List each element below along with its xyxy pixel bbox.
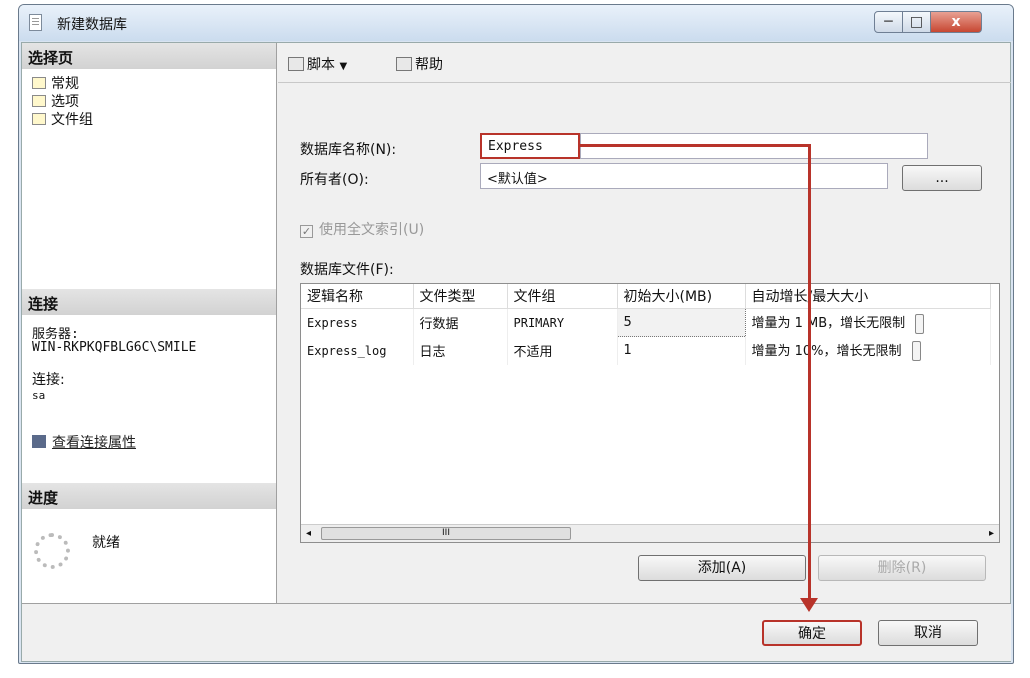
cell-file-type[interactable]: 行数据 (413, 308, 508, 337)
grid-header-row: 逻辑名称 文件类型 文件组 初始大小(MB) 自动增长/最大大小 (301, 284, 991, 309)
cell-logical-name[interactable]: Express (301, 308, 414, 337)
page-icon (32, 77, 46, 89)
page-filegroups-label: 文件组 (51, 112, 93, 128)
remove-button[interactable]: 删除(R) (818, 555, 986, 581)
server-value: WIN-RKPKQFBLG6C\SMILE (32, 340, 197, 355)
autogrowth-text: 增量为 1 MB，增长无限制 (751, 316, 906, 331)
col-logical-name[interactable]: 逻辑名称 (301, 284, 414, 309)
scroll-thumb[interactable]: III (321, 527, 571, 540)
title-bar: 新建数据库 ─ □ x (19, 5, 1013, 41)
cell-file-type[interactable]: 日志 (413, 336, 508, 365)
scroll-left-icon[interactable]: ◂ (306, 528, 311, 539)
toolbar: 脚本 ▼ 帮助 (278, 43, 1011, 83)
page-icon (32, 113, 46, 125)
checkbox-icon: ✓ (300, 225, 313, 238)
maximize-button[interactable]: □ (902, 11, 931, 33)
cell-logical-name[interactable]: Express_log (301, 336, 414, 365)
dialog-client: 选择页 常规 选项 文件组 连接 服务器: WIN-RKPKQFBLG6C\SM… (21, 42, 1011, 662)
scroll-right-icon[interactable]: ▸ (989, 528, 994, 539)
help-label: 帮助 (415, 57, 443, 73)
owner-label: 所有者(O): (300, 172, 369, 188)
cell-autogrowth[interactable]: 增量为 10%，增长无限制 (745, 336, 991, 365)
cell-autogrowth[interactable]: 增量为 1 MB，增长无限制 (745, 308, 991, 337)
document-icon (29, 14, 42, 31)
add-button[interactable]: 添加(A) (638, 555, 806, 581)
help-button[interactable]: 帮助 (396, 54, 443, 74)
script-button[interactable]: 脚本 ▼ (288, 54, 347, 74)
ok-button[interactable]: 确定 (762, 620, 862, 646)
connection-label: 连接: (32, 372, 65, 388)
db-files-grid[interactable]: 逻辑名称 文件类型 文件组 初始大小(MB) 自动增长/最大大小 Express… (300, 283, 1000, 543)
table-row[interactable]: Express_log 日志 不适用 1 增量为 10%，增长无限制 (301, 336, 991, 365)
autogrowth-edit-button[interactable] (911, 341, 921, 362)
fulltext-checkbox[interactable]: ✓ 使用全文索引(U) (300, 219, 424, 239)
page-filegroups[interactable]: 文件组 (32, 109, 93, 129)
connection-header: 连接 (22, 289, 276, 315)
owner-input[interactable]: <默认值> (480, 163, 888, 189)
horizontal-scrollbar[interactable]: ◂ III ▸ (301, 524, 999, 542)
window-title: 新建数据库 (57, 17, 127, 33)
col-filegroup[interactable]: 文件组 (507, 284, 618, 309)
progress-header: 进度 (22, 483, 276, 509)
progress-status: 就绪 (92, 535, 120, 551)
owner-browse-button[interactable]: ... (902, 165, 982, 191)
page-general-label: 常规 (51, 76, 79, 92)
view-connection-properties-label: 查看连接属性 (52, 435, 136, 451)
db-files-label: 数据库文件(F): (300, 262, 394, 278)
cell-filegroup[interactable]: PRIMARY (507, 308, 618, 337)
close-button[interactable]: x (930, 11, 982, 33)
autogrowth-text: 增量为 10%，增长无限制 (751, 343, 902, 359)
col-initial-size[interactable]: 初始大小(MB) (617, 284, 746, 309)
view-connection-properties-link[interactable]: 查看连接属性 (32, 432, 136, 452)
connection-value: sa (32, 389, 46, 402)
script-label: 脚本 (307, 57, 335, 73)
minimize-button[interactable]: ─ (874, 11, 903, 33)
table-row[interactable]: Express 行数据 PRIMARY 5 增量为 1 MB，增长无限制 (301, 308, 991, 337)
page-general[interactable]: 常规 (32, 73, 79, 93)
fulltext-label: 使用全文索引(U) (319, 222, 425, 238)
page-icon (32, 95, 46, 107)
autogrowth-edit-button[interactable] (915, 313, 925, 334)
dropdown-arrow-icon[interactable]: ▼ (339, 61, 347, 72)
cell-filegroup[interactable]: 不适用 (507, 336, 618, 365)
help-icon (396, 57, 412, 71)
cell-initial-size[interactable]: 1 (617, 336, 746, 365)
cancel-button[interactable]: 取消 (878, 620, 978, 646)
script-icon (288, 57, 304, 71)
properties-icon (32, 435, 46, 448)
col-file-type[interactable]: 文件类型 (413, 284, 508, 309)
annotation-arrow-vertical (808, 144, 811, 600)
select-page-header: 选择页 (22, 43, 276, 69)
page-options-label: 选项 (51, 94, 79, 110)
page-options[interactable]: 选项 (32, 91, 79, 111)
new-database-window: 新建数据库 ─ □ x 选择页 常规 选项 文件组 连接 服务器: WIN-RK… (18, 4, 1014, 664)
annotation-arrowhead-icon (800, 598, 818, 612)
button-bar: 确定 取消 (22, 603, 1011, 661)
col-autogrowth[interactable]: 自动增长/最大大小 (745, 284, 991, 309)
cell-initial-size[interactable]: 5 (616, 308, 746, 337)
left-panel: 选择页 常规 选项 文件组 连接 服务器: WIN-RKPKQFBLG6C\SM… (22, 43, 277, 603)
db-name-input[interactable]: Express (480, 133, 580, 159)
db-name-label: 数据库名称(N): (300, 142, 397, 158)
progress-spinner-icon (34, 533, 70, 569)
general-page: 脚本 ▼ 帮助 数据库名称(N): Express 所有者(O): <默认值> … (278, 43, 1011, 603)
annotation-arrow-horizontal (580, 144, 810, 147)
